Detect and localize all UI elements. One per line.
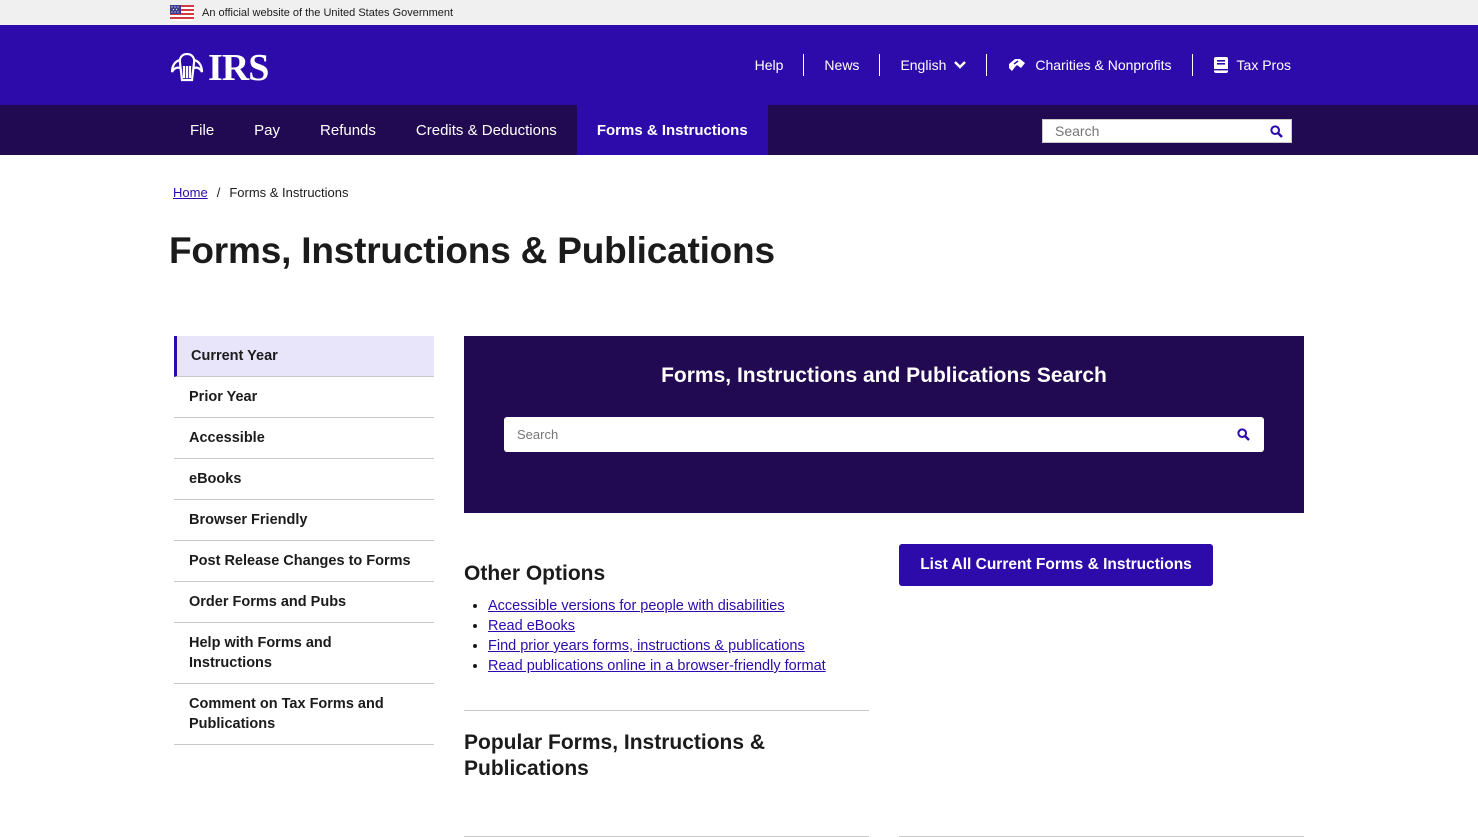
site-search xyxy=(1042,119,1292,143)
read-ebooks-link[interactable]: Read eBooks xyxy=(488,618,575,634)
breadcrumb: Home / Forms & Instructions xyxy=(173,185,349,200)
list-item: Accessible versions for people with disa… xyxy=(488,596,869,616)
forms-search-panel: Forms, Instructions and Publications Sea… xyxy=(464,336,1304,513)
news-link-label: News xyxy=(824,57,860,73)
list-item: Find prior years forms, instructions & p… xyxy=(488,636,869,656)
sidebar-item-order-forms[interactable]: Order Forms and Pubs xyxy=(174,582,434,623)
chevron-down-icon xyxy=(954,61,967,69)
eagle-logo-icon xyxy=(170,52,204,82)
official-banner-text: An official website of the United States… xyxy=(202,6,454,19)
sidebar-item-help-with-forms[interactable]: Help with Forms and Instructions xyxy=(174,623,434,684)
browser-friendly-link[interactable]: Read publications online in a browser-fr… xyxy=(488,658,826,674)
charities-link-label: Charities & Nonprofits xyxy=(1035,57,1172,73)
help-link[interactable]: Help xyxy=(755,54,804,76)
accessible-versions-link[interactable]: Accessible versions for people with disa… xyxy=(488,598,785,614)
other-options-section: Other Options Accessible versions for pe… xyxy=(464,562,869,676)
sidebar-item-post-release-changes[interactable]: Post Release Changes to Forms xyxy=(174,541,434,582)
language-selector[interactable]: English xyxy=(879,54,986,76)
nav-item-pay[interactable]: Pay xyxy=(234,105,300,155)
sidebar-item-browser-friendly[interactable]: Browser Friendly xyxy=(174,500,434,541)
sidebar-item-current-year[interactable]: Current Year xyxy=(174,336,434,377)
nav-item-forms-instructions[interactable]: Forms & Instructions xyxy=(576,105,768,155)
header-top-bar: IRS Help News English Charities & Nonpro… xyxy=(0,25,1478,105)
site-search-input[interactable] xyxy=(1043,121,1261,141)
forms-search-box xyxy=(504,417,1264,452)
forms-search-input[interactable] xyxy=(504,419,1222,450)
list-item: Read eBooks xyxy=(488,616,869,636)
site-search-button[interactable] xyxy=(1261,120,1291,142)
main-nav: File Pay Refunds Credits & Deductions Fo… xyxy=(0,105,1478,155)
breadcrumb-separator: / xyxy=(216,185,221,200)
tax-pros-link[interactable]: Tax Pros xyxy=(1191,54,1291,76)
forms-search-title: Forms, Instructions and Publications Sea… xyxy=(661,364,1107,387)
irs-logo[interactable]: IRS xyxy=(170,49,272,87)
forms-search-button[interactable] xyxy=(1222,420,1264,450)
utility-nav: Help News English Charities & Nonprofits xyxy=(755,25,1291,105)
nav-item-label: Pay xyxy=(254,121,281,139)
breadcrumb-current: Forms & Instructions xyxy=(229,185,349,200)
book-icon xyxy=(1213,57,1228,73)
list-all-forms-button[interactable]: List All Current Forms & Instructions xyxy=(899,544,1213,586)
nav-item-label: Credits & Deductions xyxy=(415,121,557,139)
prior-years-link[interactable]: Find prior years forms, instructions & p… xyxy=(488,638,805,654)
sidebar-item-prior-year[interactable]: Prior Year xyxy=(174,377,434,418)
help-link-label: Help xyxy=(754,57,784,73)
us-flag-icon xyxy=(170,4,194,21)
language-label: English xyxy=(900,57,947,73)
sidebar-item-ebooks[interactable]: eBooks xyxy=(174,459,434,500)
search-icon xyxy=(1236,428,1250,441)
nav-item-file[interactable]: File xyxy=(170,105,234,155)
list-item: Read publications online in a browser-fr… xyxy=(488,656,869,676)
section-divider xyxy=(464,710,869,711)
nav-item-label: Forms & Instructions xyxy=(596,121,748,139)
charities-link[interactable]: Charities & Nonprofits xyxy=(986,54,1191,76)
sidebar-item-comment-on-forms[interactable]: Comment on Tax Forms and Publications xyxy=(174,684,434,745)
breadcrumb-home-link[interactable]: Home xyxy=(173,185,208,200)
popular-forms-heading: Popular Forms, Instructions & Publicatio… xyxy=(464,731,766,780)
news-link[interactable]: News xyxy=(803,54,879,76)
logo-wordmark: IRS xyxy=(208,47,269,89)
page-title: Forms, Instructions & Publications xyxy=(169,230,775,271)
nav-item-refunds[interactable]: Refunds xyxy=(300,105,396,155)
nav-item-label: Refunds xyxy=(320,121,376,139)
other-options-heading: Other Options xyxy=(464,562,606,585)
nav-item-credits-deductions[interactable]: Credits & Deductions xyxy=(396,105,577,155)
search-icon xyxy=(1269,124,1283,138)
nav-item-label: File xyxy=(190,121,215,139)
sidebar-item-accessible[interactable]: Accessible xyxy=(174,418,434,459)
handshake-icon xyxy=(1009,59,1026,71)
official-banner: An official website of the United States… xyxy=(0,0,1478,25)
tax-pros-link-label: Tax Pros xyxy=(1236,57,1291,73)
sidebar-nav: Current Year Prior Year Accessible eBook… xyxy=(174,336,434,745)
other-options-list: Accessible versions for people with disa… xyxy=(464,596,869,676)
